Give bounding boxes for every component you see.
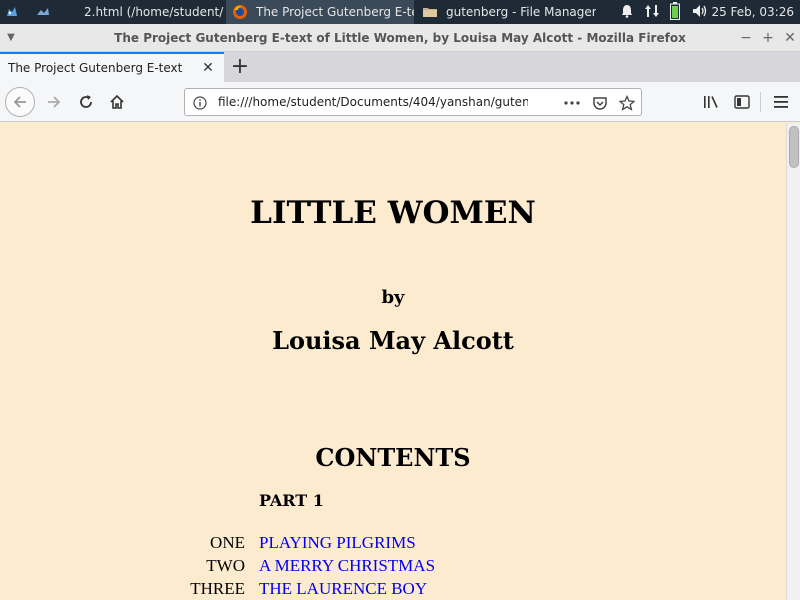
home-icon [110, 94, 124, 109]
part-heading: PART 1 [259, 491, 324, 510]
network-icon[interactable] [644, 3, 668, 22]
vertical-scrollbar[interactable] [786, 123, 800, 600]
window-title: The Project Gutenberg E-text of Little W… [114, 31, 686, 45]
firefox-icon [232, 4, 248, 20]
taskbar-item-label: gutenberg - File Manager [446, 5, 596, 19]
page-content: LITTLE WOMEN by Louisa May Alcott CONTEN… [0, 123, 786, 600]
toolbar-separator [760, 92, 761, 112]
clock[interactable]: 25 Feb, 03:26 [711, 0, 794, 24]
pocket-icon[interactable] [591, 94, 609, 112]
taskbar-item-label: 2.html (/home/student/Doc... [84, 5, 224, 19]
home-button[interactable] [103, 88, 131, 116]
maximize-icon[interactable]: + [758, 28, 778, 48]
taskbar-item-text-editor[interactable]: 2.html (/home/student/Doc... [54, 0, 224, 24]
toc-row: THREE THE LAURENCE BOY [0, 579, 786, 600]
chapter-link[interactable]: THE LAURENCE BOY [259, 579, 427, 599]
toc-row: TWO A MERRY CHRISTMAS [0, 556, 786, 579]
taskbar-item-firefox[interactable]: The Project Gutenberg E-te... [226, 0, 414, 24]
page-actions-icon[interactable] [563, 94, 581, 112]
chapter-number: ONE [210, 533, 245, 552]
new-tab-button[interactable]: + [226, 53, 254, 81]
back-arrow-icon [13, 96, 26, 108]
top-panel: 2.html (/home/student/Doc... The Project… [0, 0, 800, 24]
volume-icon[interactable] [692, 4, 710, 21]
chapter-number: TWO [206, 556, 245, 575]
forward-arrow-icon [48, 96, 61, 108]
table-of-contents: ONE PLAYING PILGRIMS TWO A MERRY CHRISTM… [0, 533, 786, 600]
byline: by [381, 287, 405, 308]
minimize-icon[interactable]: − [736, 28, 756, 48]
folder-icon [422, 4, 438, 20]
battery-icon[interactable] [670, 1, 688, 23]
text-editor-icon [60, 4, 76, 20]
sidebar-button[interactable] [728, 88, 756, 116]
hamburger-menu-icon [774, 96, 788, 108]
library-button[interactable] [697, 88, 725, 116]
navigation-toolbar: file:///home/student/Documents/404/yansh… [0, 82, 800, 122]
taskbar-item-file-manager[interactable]: gutenberg - File Manager [416, 0, 596, 24]
window-titlebar[interactable]: ▼ The Project Gutenberg E-text of Little… [0, 24, 800, 52]
scrollbar-thumb[interactable] [789, 126, 799, 168]
url-bar[interactable]: file:///home/student/Documents/404/yansh… [184, 88, 642, 116]
close-window-icon[interactable]: ✕ [780, 28, 800, 48]
workspace-icon[interactable] [35, 4, 51, 20]
tab-strip: The Project Gutenberg E-text of Li ✕ + [0, 52, 800, 82]
reload-button[interactable] [72, 88, 100, 116]
chapter-link[interactable]: A MERRY CHRISTMAS [259, 556, 435, 576]
contents-heading: CONTENTS [315, 443, 471, 472]
author-name: Louisa May Alcott [272, 326, 514, 355]
url-input[interactable]: file:///home/student/Documents/404/yansh… [218, 89, 528, 115]
book-title: LITTLE WOMEN [250, 195, 536, 231]
chapter-link[interactable]: PLAYING PILGRIMS [259, 533, 416, 553]
app-menu-icon[interactable] [4, 4, 20, 20]
taskbar-item-label: The Project Gutenberg E-te... [256, 5, 414, 19]
menu-button[interactable] [767, 88, 795, 116]
bookmark-star-icon[interactable] [618, 94, 636, 112]
info-icon[interactable] [191, 94, 209, 112]
close-tab-icon[interactable]: ✕ [200, 60, 216, 76]
chapter-number: THREE [190, 579, 245, 598]
reload-icon [80, 95, 92, 108]
notification-icon[interactable] [620, 4, 638, 21]
back-button[interactable] [5, 87, 35, 117]
tab-little-women[interactable]: The Project Gutenberg E-text of Li ✕ [0, 52, 224, 82]
toc-row: ONE PLAYING PILGRIMS [0, 533, 786, 556]
library-icon [704, 96, 718, 108]
forward-button[interactable] [40, 88, 68, 116]
sidebar-icon [734, 95, 750, 109]
tab-label: The Project Gutenberg E-text of Li [8, 61, 186, 75]
